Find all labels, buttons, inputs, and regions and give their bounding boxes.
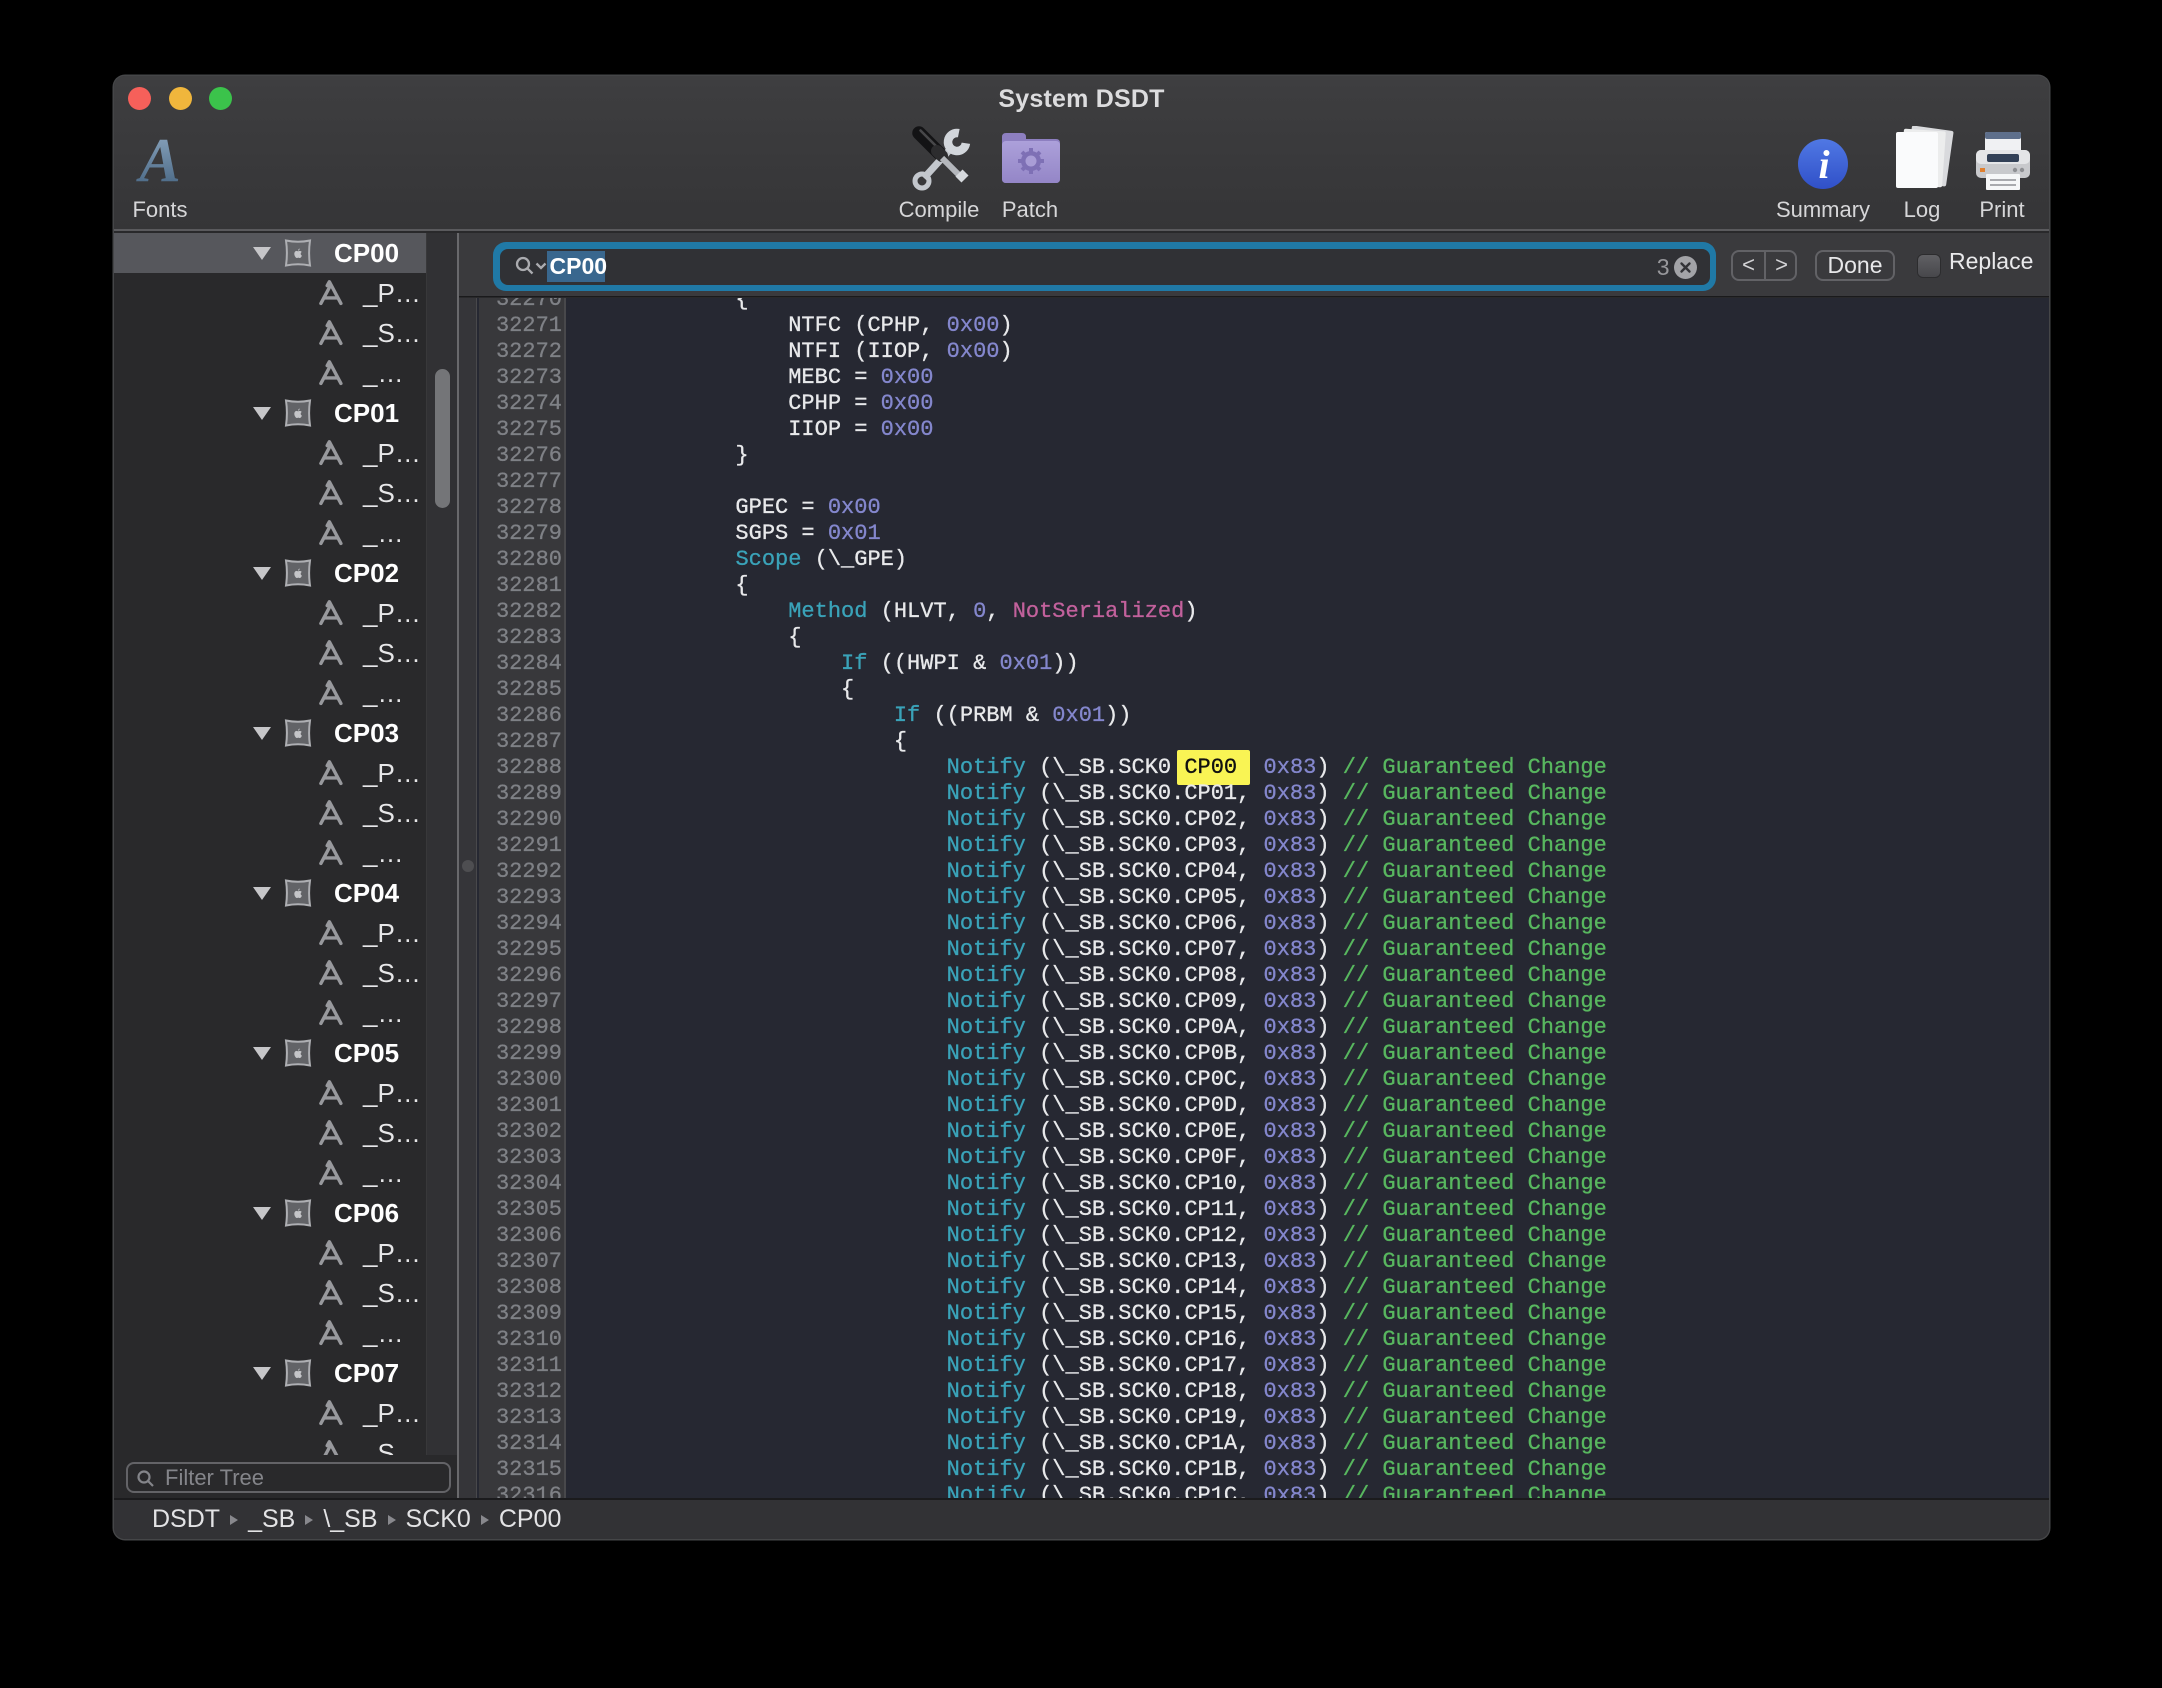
svg-text:i: i (1818, 142, 1829, 187)
svg-text:A: A (135, 130, 180, 194)
